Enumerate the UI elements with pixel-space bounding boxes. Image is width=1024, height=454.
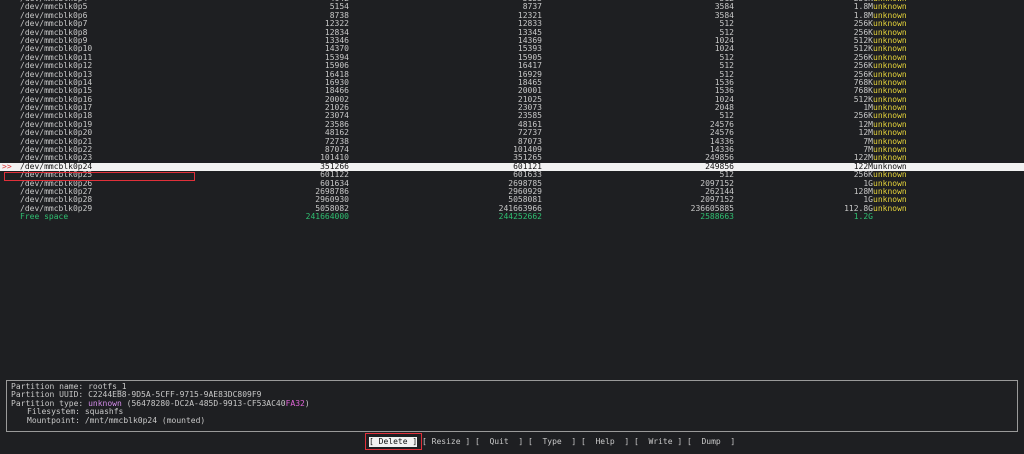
menu-dump-button[interactable]: [ Dump ] xyxy=(687,437,735,447)
cell-size: 1.2G xyxy=(853,212,873,222)
cell-sectors: 2588663 xyxy=(700,212,734,222)
cell-device: Free space xyxy=(20,212,69,222)
partition-table: /dev/mmcblk0p446425153512256Kunknown/dev… xyxy=(0,0,1024,222)
info-mountpoint: Mountpoint: /mnt/mmcblk0p24 (mounted) xyxy=(27,415,206,425)
cell-type: unknown xyxy=(873,203,907,213)
free-space-row[interactable]: Free space 241664000 244252662 2588663 1.2G xyxy=(0,212,1024,222)
menu-resize-button[interactable]: [ Resize ] xyxy=(422,437,470,447)
cell-start: 241664000 xyxy=(305,212,349,222)
partition-info-panel: Partition name: rootfs_1 Partition UUID:… xyxy=(6,380,1018,432)
menu-write-button[interactable]: [ Write ] xyxy=(634,437,682,447)
bottom-menu: [ Delete ][ Resize ][ Quit ][ Type ][ He… xyxy=(0,437,1024,447)
menu-type-button[interactable]: [ Type ] xyxy=(528,437,576,447)
menu-help-button[interactable]: [ Help ] xyxy=(581,437,629,447)
menu-highlight-box xyxy=(365,433,422,450)
selection-highlight-box xyxy=(4,172,195,181)
cell-end: 244252662 xyxy=(498,212,542,222)
selection-marker: >> xyxy=(2,161,12,171)
menu-quit-button[interactable]: [ Quit ] xyxy=(475,437,523,447)
